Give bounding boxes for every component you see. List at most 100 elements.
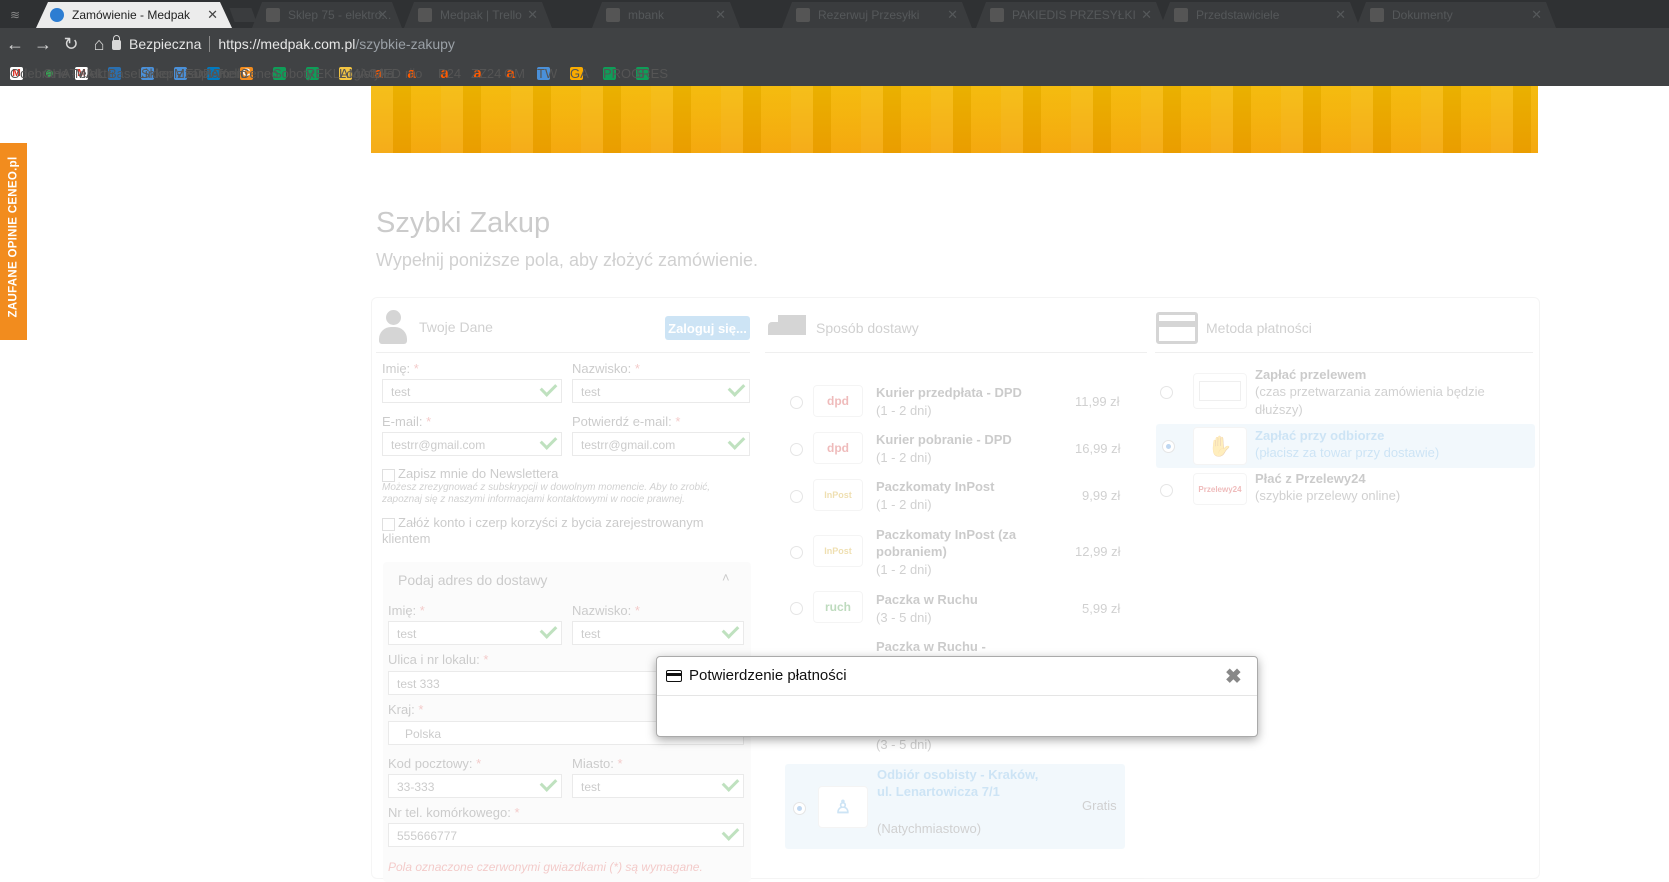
tab-inactive[interactable]: Sklep 75 - elektro... ✕ xyxy=(252,2,402,28)
home-button[interactable]: ⌂ xyxy=(86,31,112,57)
shipping-radio-pickup[interactable] xyxy=(793,802,806,815)
input-value: test xyxy=(581,385,601,399)
bookmarks-bar: MOdebrane - elektropCHATMMAILBaseLinker … xyxy=(0,60,1669,86)
bookmark-item[interactable]: PROGRES xyxy=(603,66,668,81)
shipping-option-name: Kurier przedpłata - DPD xyxy=(876,385,1022,400)
bookmark-item[interactable]: TW xyxy=(537,66,558,81)
tab-close-icon[interactable]: ✕ xyxy=(1141,7,1152,23)
bookmark-label: GA xyxy=(570,65,589,81)
bookmark-item[interactable]: BaseLinker - zarządz xyxy=(108,66,211,81)
divider xyxy=(765,352,1147,353)
payment-radio-cod[interactable] xyxy=(1162,440,1175,453)
bookmark-item[interactable]: GA xyxy=(570,65,591,81)
divider xyxy=(1155,352,1533,353)
first-name-label: Imię: * xyxy=(382,361,419,376)
bookmark-item[interactable]: Logistyka xyxy=(339,66,394,81)
payment-option-desc: (szybkie przelewy online) xyxy=(1255,488,1401,503)
bookmark-item[interactable]: a ZZ24 xyxy=(471,65,501,82)
pickup-option-name: Odbiór osobisty - Kraków, ul. Lenartowic… xyxy=(877,767,1039,799)
secure-label: Bezpieczna xyxy=(129,36,202,52)
login-button[interactable]: Zaloguj się... xyxy=(665,316,750,340)
reload-button[interactable]: ↻ xyxy=(58,31,84,57)
shipping-radio-dpd-cod[interactable] xyxy=(790,443,803,456)
tab-close-icon[interactable]: ✕ xyxy=(207,7,218,23)
shipping-option-time: (1 - 2 dni) xyxy=(876,403,932,418)
payment-radio-p24[interactable] xyxy=(1160,484,1173,497)
tab-title: Medpak | Trello xyxy=(440,8,522,22)
tab-close-icon[interactable]: ✕ xyxy=(715,7,726,23)
shipping-option-name: Paczka w Ruchu xyxy=(876,592,978,607)
country-label: Kraj: * xyxy=(388,702,423,717)
addr-last-name-input[interactable]: test xyxy=(572,621,744,645)
shipping-radio-inpost[interactable] xyxy=(790,490,803,503)
tab-active[interactable]: Zamówienie - Medpak ✕ xyxy=(36,2,232,28)
payment-radio-transfer[interactable] xyxy=(1160,386,1173,399)
close-icon[interactable]: ✖ xyxy=(1225,664,1242,689)
bookmark-item[interactable]: Sklep z suplementan xyxy=(141,66,244,81)
back-button[interactable]: ← xyxy=(2,31,28,57)
shipping-option-name: Paczka w Ruchu - xyxy=(876,639,986,654)
street-label: Ulica i nr lokalu: * xyxy=(388,652,488,667)
phone-input[interactable]: 555666777 xyxy=(388,823,744,847)
shipping-radio-ruch[interactable] xyxy=(790,602,803,615)
first-name-input[interactable]: test xyxy=(382,379,562,403)
checkmark-icon xyxy=(727,432,746,450)
favicon-icon xyxy=(1174,8,1188,22)
bookmark-item[interactable]: * Trello xyxy=(207,66,247,81)
tab-close-icon[interactable]: ✕ xyxy=(1335,7,1346,23)
bookmark-item[interactable]: MOdebrane - elektrop xyxy=(10,66,113,81)
przelewy24-logo: Przelewy24 xyxy=(1193,473,1247,505)
required-mark: * xyxy=(476,756,482,771)
dialog-title: Potwierdzenie płatności xyxy=(689,667,847,684)
shipping-radio-inpost-cod[interactable] xyxy=(790,546,803,559)
tab-close-icon[interactable]: ✕ xyxy=(377,7,388,23)
credit-card-icon xyxy=(1156,312,1198,344)
addr-last-name-label: Nazwisko: * xyxy=(572,603,640,618)
tab-inactive[interactable]: Przedstawiciele ✕ xyxy=(1160,2,1360,28)
required-mark: * xyxy=(634,603,640,618)
email-input[interactable]: testrr@gmail.com xyxy=(382,432,562,456)
payment-confirmation-dialog: Potwierdzenie płatności ✖ xyxy=(656,656,1258,737)
delivery-address-header[interactable]: Podaj adres do dostawy xyxy=(398,572,547,588)
chevron-up-icon[interactable]: ˄ xyxy=(722,570,730,585)
bookmark-item[interactable]: a P24 xyxy=(438,65,461,82)
bookmark-item[interactable]: CHAT xyxy=(43,66,77,81)
new-tab-button[interactable] xyxy=(229,8,257,22)
shipping-option-price: 11,99 zł xyxy=(1075,394,1120,409)
forward-button[interactable]: → xyxy=(30,31,56,57)
bookmark-item[interactable]: MEDPAK xyxy=(174,66,228,81)
input-value: test xyxy=(397,627,417,641)
addr-first-name-input[interactable]: test xyxy=(388,621,562,645)
postcode-input[interactable]: 33-333 xyxy=(388,774,562,798)
bookmark-item[interactable]: a MED xyxy=(372,65,401,82)
required-mark: * xyxy=(418,702,424,717)
dpd-logo: dpd xyxy=(813,385,863,417)
address-bar[interactable]: Bezpieczna https://medpak.com.pl/szybkie… xyxy=(112,33,1669,55)
city-input[interactable]: test xyxy=(572,774,744,798)
bookmark-item[interactable]: REKLAMACJE xyxy=(306,66,393,81)
shipping-option-time: (1 - 2 dni) xyxy=(876,562,932,577)
label-text: Kraj: xyxy=(388,702,415,717)
tab-inactive[interactable]: Rezerwuj Przesyłki ✕ xyxy=(782,2,972,28)
tab-close-icon[interactable]: ✕ xyxy=(1531,7,1542,23)
tab-inactive[interactable]: Dokumenty ✕ xyxy=(1356,2,1556,28)
bookmark-item[interactable]: C Ceneo xyxy=(240,66,278,81)
tab-inactive[interactable]: PAKIEDIS PRZESYŁKI ✕ xyxy=(976,2,1166,28)
bookmark-item[interactable]: Soboty xyxy=(273,66,313,81)
browser-menu-tab[interactable]: ≋ xyxy=(0,2,36,28)
newsletter-checkbox[interactable] xyxy=(382,469,395,482)
input-value: 33-333 xyxy=(397,780,435,794)
last-name-input[interactable]: test xyxy=(572,379,750,403)
bookmark-item[interactable]: a GM xyxy=(504,65,525,82)
email-confirm-input[interactable]: testrr@gmail.com xyxy=(572,432,750,456)
shipping-radio-dpd-prepaid[interactable] xyxy=(790,396,803,409)
tab-inactive[interactable]: Medpak | Trello ✕ xyxy=(404,2,552,28)
tab-close-icon[interactable]: ✕ xyxy=(947,7,958,23)
shipping-option-price: 9,99 zł xyxy=(1082,488,1121,503)
tab-close-icon[interactable]: ✕ xyxy=(527,7,538,23)
postcode-label: Kod pocztowy: * xyxy=(388,756,481,771)
tab-inactive[interactable]: mbank ✕ xyxy=(592,2,740,28)
bookmark-item[interactable]: a riio xyxy=(405,65,426,82)
bookmark-item[interactable]: M MAIL xyxy=(75,66,105,81)
bookmark-label: MAIL xyxy=(75,65,106,81)
